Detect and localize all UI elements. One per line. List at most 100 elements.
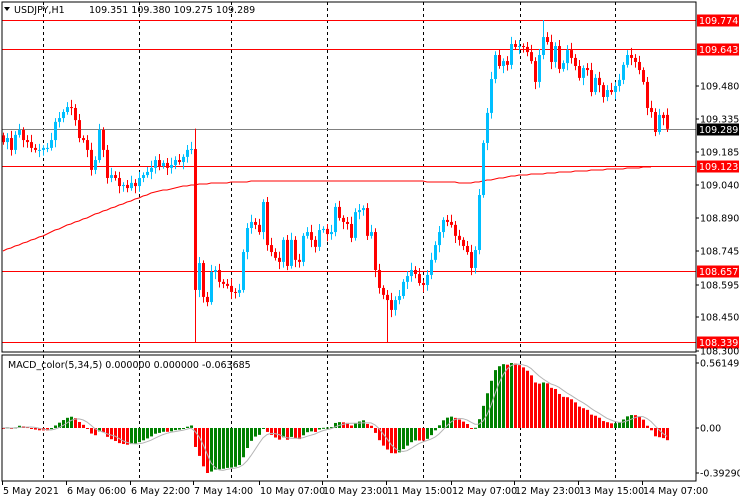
candle [286, 234, 289, 271]
level-price-label: 109.123 [699, 162, 738, 173]
macd-bar [310, 428, 313, 432]
candle-body [618, 79, 621, 86]
macd-bar [654, 428, 657, 437]
candle-body [130, 182, 133, 189]
candle-body [258, 224, 261, 233]
candle-body [574, 57, 577, 67]
macd-bar [222, 428, 225, 469]
candle-body [498, 55, 501, 67]
macd-bar [118, 428, 121, 444]
candle [478, 188, 481, 255]
macd-bar [550, 387, 553, 428]
macd-bar [474, 427, 477, 429]
candle-body [398, 296, 401, 301]
macd-bar [638, 416, 641, 428]
candle-body [594, 77, 597, 93]
macd-bar [562, 396, 565, 428]
macd-bar [570, 399, 573, 428]
candle-body [262, 201, 265, 233]
macd-bar [290, 428, 293, 437]
macd-bar [414, 428, 417, 441]
candle-body [170, 164, 173, 168]
candle [366, 203, 369, 241]
macd-bar [610, 423, 613, 428]
candle-body [182, 156, 185, 163]
candle-body [198, 263, 201, 290]
candle-body [586, 68, 589, 71]
candle-body [202, 263, 205, 297]
macd-bar [302, 428, 305, 436]
candle-body [614, 85, 617, 93]
macd-bar [350, 425, 353, 428]
macd-bar [178, 428, 181, 430]
macd-bar [54, 425, 57, 428]
level-price-label: 108.657 [699, 267, 738, 278]
candle [482, 140, 485, 198]
candle-body [494, 55, 497, 80]
price-tick-label: 108.745 [700, 247, 739, 258]
candle-body [522, 46, 525, 48]
macd-bar [190, 425, 193, 428]
ohlc-readout: 109.351 109.380 109.275 109.289 [89, 5, 255, 16]
macd-bar [254, 428, 257, 437]
candle-body [378, 269, 381, 288]
price-chart[interactable]: 109.774109.643109.123108.657108.339109.2… [0, 0, 740, 500]
candle-body [50, 140, 53, 148]
macd-bar [114, 428, 117, 441]
macd-bar [370, 425, 373, 428]
candle-body [254, 221, 257, 225]
candle-body [414, 269, 417, 275]
macd-bar [602, 421, 605, 428]
candle-body [382, 287, 385, 295]
candle-body [206, 296, 209, 303]
candle-body [354, 212, 357, 238]
candle-body [626, 55, 629, 65]
candle [334, 203, 337, 237]
candle-body [114, 175, 117, 178]
candle-body [338, 206, 341, 218]
candle-body [26, 140, 29, 143]
macd-bar [666, 428, 669, 441]
candle-body [342, 217, 345, 222]
candle-body [402, 281, 405, 297]
candle-body [38, 149, 41, 151]
macd-bar [30, 428, 33, 429]
macd-bar [554, 388, 557, 428]
macd-bar [538, 383, 541, 428]
candle-body [226, 283, 229, 286]
candle-body [510, 44, 513, 65]
macd-bar [166, 428, 169, 432]
candle-body [122, 184, 125, 187]
candle-body [390, 300, 393, 310]
macd-bar [566, 397, 569, 428]
macd-bar [82, 424, 85, 428]
candle-body [246, 228, 249, 253]
macd-bar [182, 428, 185, 429]
macd-bar [274, 428, 277, 438]
macd-bar [142, 428, 145, 441]
macd-bar [422, 428, 425, 441]
macd-bar [326, 427, 329, 429]
candle-body [362, 208, 365, 211]
macd-bar [526, 370, 529, 428]
candle-body [578, 66, 581, 78]
macd-bar [154, 428, 157, 434]
macd-bar [374, 428, 377, 433]
candle-body [646, 81, 649, 108]
macd-bar [406, 428, 409, 446]
candle-body [238, 289, 241, 293]
candle-body [306, 232, 309, 236]
price-tick-label: 108.450 [700, 313, 739, 324]
price-tick-label: 109.185 [700, 148, 739, 159]
candle-body [558, 46, 561, 69]
macd-bar [134, 428, 137, 444]
macd-bar [510, 363, 513, 428]
candle [654, 108, 657, 137]
candle-body [46, 147, 49, 149]
macd-bar [622, 419, 625, 428]
macd-bar [458, 419, 461, 428]
macd-bar [278, 428, 281, 440]
candle-body [54, 121, 57, 141]
macd-bar [306, 428, 309, 433]
time-tick-label: 13 May 15:00 [579, 486, 644, 497]
